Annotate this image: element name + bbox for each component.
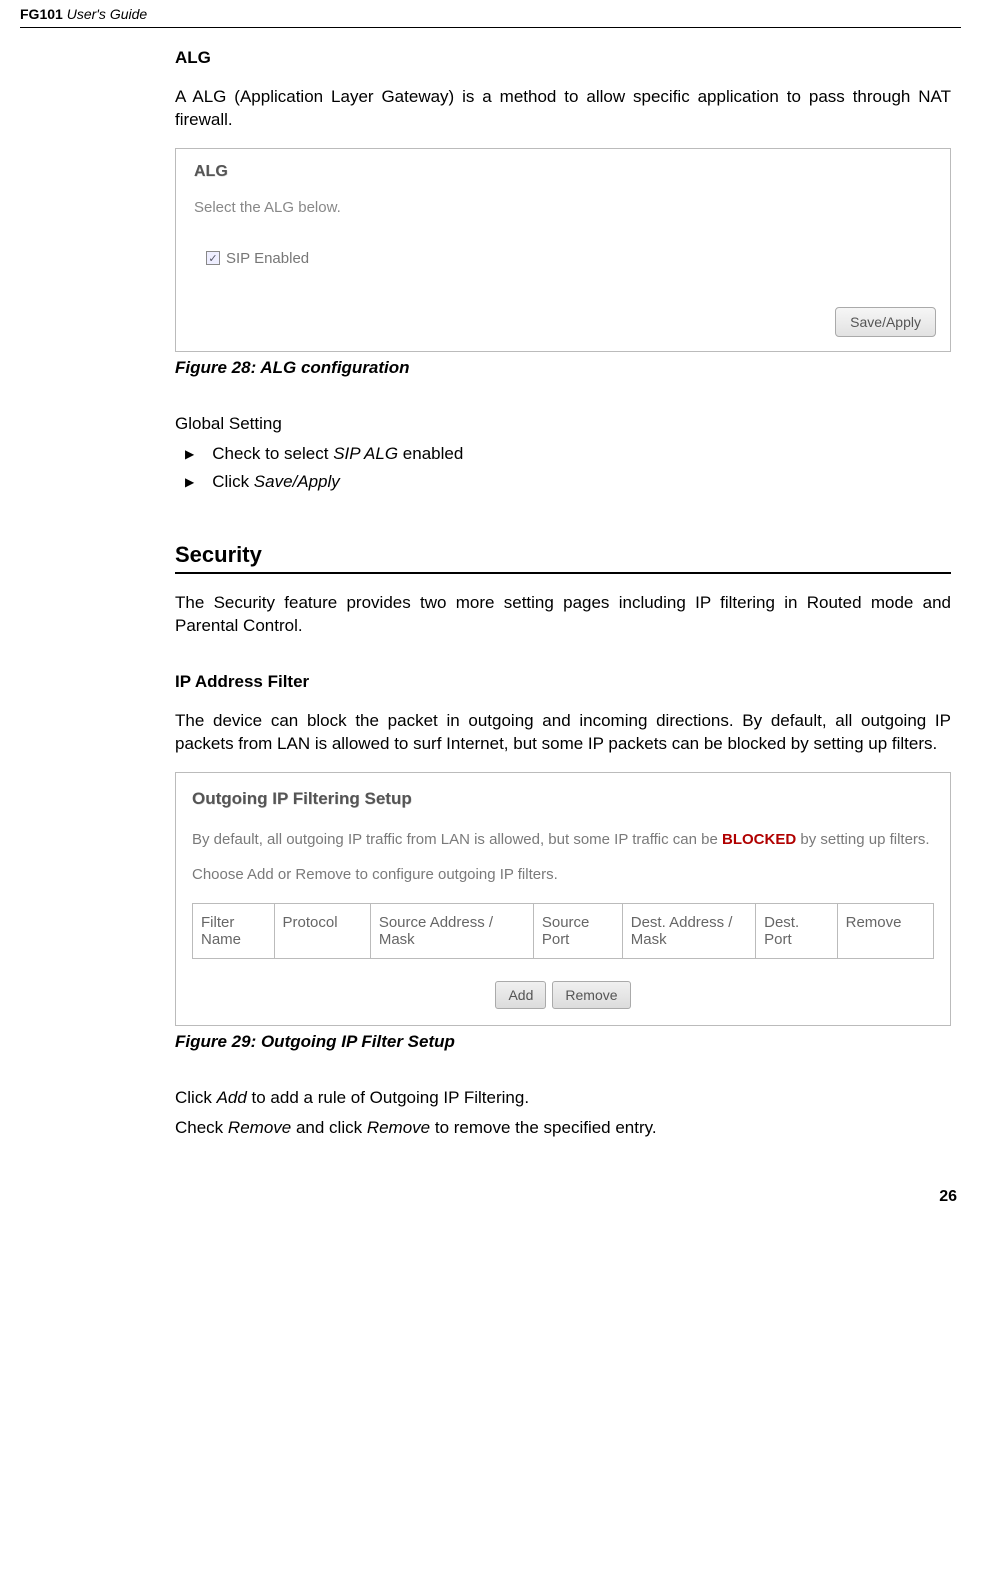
bullet-item-2: ▶ Click Save/Apply [175, 472, 951, 492]
save-apply-row: Save/Apply [194, 307, 936, 337]
check-remove-post: to remove the specified entry. [430, 1118, 656, 1137]
th-dest-addr: Dest. Address / Mask [622, 903, 755, 958]
bullet-1-pre: Check to select [212, 444, 333, 463]
bullet-arrow-icon: ▶ [185, 475, 194, 489]
bullet-2-em: Save/Apply [254, 472, 340, 491]
alg-ss-title: ALG [194, 163, 936, 181]
ip-filter-ss-line2: Choose Add or Remove to configure outgoi… [192, 864, 934, 885]
check-remove-em2: Remove [367, 1118, 430, 1137]
figure-29-caption: Figure 29: Outgoing IP Filter Setup [175, 1032, 951, 1052]
main-content: ALG A ALG (Application Layer Gateway) is… [175, 48, 951, 1138]
ss-line1-blocked: BLOCKED [722, 831, 796, 848]
th-dest-port: Dest. Port [756, 903, 838, 958]
sip-enabled-checkbox[interactable]: ✓ [206, 251, 220, 265]
table-header-row: Filter Name Protocol Source Address / Ma… [193, 903, 934, 958]
bullet-text-1: Check to select SIP ALG enabled [212, 444, 463, 464]
bullet-item-1: ▶ Check to select SIP ALG enabled [175, 444, 951, 464]
page-header: FG101 User's Guide [20, 0, 961, 28]
alg-screenshot: ALG Select the ALG below. ✓ SIP Enabled … [175, 148, 951, 352]
bullet-1-em: SIP ALG [333, 444, 398, 463]
save-apply-button[interactable]: Save/Apply [835, 307, 936, 337]
add-remove-row: Add Remove [192, 981, 934, 1009]
ss-line1-post: by setting up filters. [796, 831, 929, 848]
th-source-addr: Source Address / Mask [370, 903, 533, 958]
check-remove-line: Check Remove and click Remove to remove … [175, 1118, 951, 1138]
click-add-post: to add a rule of Outgoing IP Filtering. [247, 1088, 529, 1107]
bullet-arrow-icon: ▶ [185, 447, 194, 461]
sip-enabled-label: SIP Enabled [226, 250, 309, 267]
ss-line1-pre: By default, all outgoing IP traffic from… [192, 831, 722, 848]
security-body: The Security feature provides two more s… [175, 592, 951, 638]
ip-filter-screenshot: Outgoing IP Filtering Setup By default, … [175, 772, 951, 1026]
product-code: FG101 [20, 6, 63, 22]
global-setting-label: Global Setting [175, 414, 951, 434]
ip-filter-table: Filter Name Protocol Source Address / Ma… [192, 903, 934, 959]
alg-heading: ALG [175, 48, 951, 68]
th-source-port: Source Port [533, 903, 622, 958]
ip-filter-ss-line1: By default, all outgoing IP traffic from… [192, 829, 934, 850]
alg-ss-subtext: Select the ALG below. [194, 199, 936, 216]
check-remove-em1: Remove [228, 1118, 291, 1137]
sip-enabled-row: ✓ SIP Enabled [206, 250, 936, 267]
click-add-line: Click Add to add a rule of Outgoing IP F… [175, 1088, 951, 1108]
product-title: FG101 User's Guide [20, 6, 147, 22]
bullet-1-post: enabled [398, 444, 463, 463]
check-remove-pre: Check [175, 1118, 228, 1137]
product-subtitle: User's Guide [67, 6, 147, 22]
figure-28-caption: Figure 28: ALG configuration [175, 358, 951, 378]
ip-filter-ss-title: Outgoing IP Filtering Setup [192, 789, 934, 809]
security-heading: Security [175, 542, 951, 574]
add-button[interactable]: Add [495, 981, 546, 1009]
check-remove-mid: and click [291, 1118, 367, 1137]
click-add-pre: Click [175, 1088, 217, 1107]
bullet-2-pre: Click [212, 472, 254, 491]
th-protocol: Protocol [274, 903, 370, 958]
remove-button[interactable]: Remove [552, 981, 630, 1009]
th-filter-name: Filter Name [193, 903, 275, 958]
ip-filter-body: The device can block the packet in outgo… [175, 710, 951, 756]
ip-filter-heading: IP Address Filter [175, 672, 951, 692]
bullet-text-2: Click Save/Apply [212, 472, 340, 492]
click-add-em: Add [217, 1088, 247, 1107]
th-remove: Remove [837, 903, 933, 958]
page-number: 26 [20, 1188, 961, 1206]
alg-body: A ALG (Application Layer Gateway) is a m… [175, 86, 951, 132]
alg-bullets: ▶ Check to select SIP ALG enabled ▶ Clic… [175, 444, 951, 492]
